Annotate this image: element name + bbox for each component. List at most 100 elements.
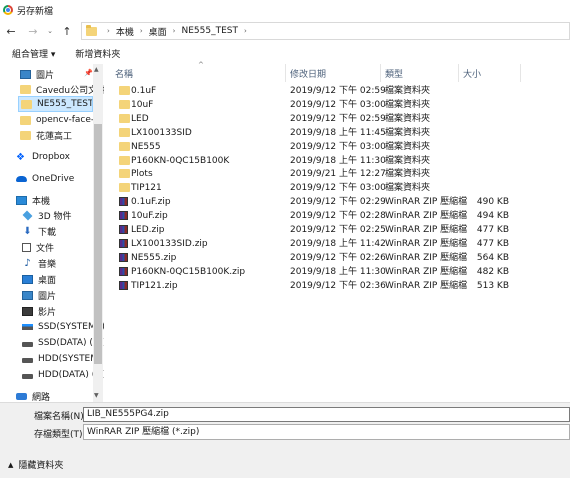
file-row[interactable]: P160KN-0QC15B100K.zip 2019/9/18 上午 11:30 W… bbox=[111, 265, 551, 279]
filename-input[interactable]: LIB_NE555PG4.zip bbox=[83, 407, 570, 422]
file-row[interactable]: 10uF 2019/9/12 下午 03:00 檔案資料夾 bbox=[111, 98, 551, 112]
sidebar-item-ssd-data[interactable]: SSD(DATA) (D:) bbox=[22, 335, 104, 351]
file-size: 513 KB bbox=[476, 280, 509, 291]
sidebar-item-hdd-data[interactable]: HDD(DATA) (F:) bbox=[22, 367, 104, 383]
column-header-name[interactable]: 名稱 bbox=[111, 64, 286, 82]
sidebar-item-label: Dropbox bbox=[32, 152, 70, 162]
sidebar-item-cavedu[interactable]: Cavedu公司文件 bbox=[20, 81, 104, 97]
up-arrow-icon[interactable]: ↑ bbox=[59, 23, 75, 39]
sidebar-item-label: 圖片 bbox=[36, 70, 55, 81]
recent-locations-chevron-icon[interactable]: ⌄ bbox=[45, 23, 55, 39]
sidebar-item-label: 影片 bbox=[38, 307, 57, 318]
sidebar-item-pictures[interactable]: 圖片 bbox=[22, 287, 104, 303]
sidebar-item-3d-objects[interactable]: 3D 物件 bbox=[22, 207, 104, 223]
file-date: 2019/9/12 下午 02:25 bbox=[290, 225, 386, 235]
new-folder-button[interactable]: 新增資料夾 bbox=[75, 47, 120, 60]
file-name: 10uF bbox=[131, 99, 154, 110]
zip-archive-icon bbox=[119, 252, 128, 262]
scroll-up-arrow-icon[interactable]: ▲ bbox=[94, 66, 99, 73]
file-type: WinRAR ZIP 壓縮檔 bbox=[385, 266, 468, 277]
file-row[interactable]: Plots 2019/9/21 上午 12:27 檔案資料夾 bbox=[111, 167, 551, 181]
window-title: 另存新檔 bbox=[17, 6, 54, 17]
sidebar-item-onedrive[interactable]: OneDrive bbox=[16, 171, 104, 187]
file-list-scrollbar[interactable] bbox=[559, 64, 570, 402]
folder-icon bbox=[119, 99, 130, 109]
organize-button[interactable]: 組合管理 ▾ bbox=[12, 47, 55, 60]
sidebar-item-pictures-quick[interactable]: 圖片 bbox=[20, 66, 92, 82]
file-row[interactable]: TIP121 2019/9/12 下午 03:00 檔案資料夾 bbox=[111, 181, 551, 195]
drive-icon bbox=[22, 358, 33, 363]
sidebar-item-ne555-test[interactable]: NE555_TEST bbox=[18, 96, 93, 112]
sidebar-item-label: HDD(SYSTEM) bbox=[38, 354, 102, 364]
sidebar-item-label: 花蓮高工 bbox=[36, 131, 73, 142]
forward-arrow-icon[interactable]: → bbox=[25, 23, 41, 39]
file-size: 564 KB bbox=[476, 252, 509, 263]
file-type: WinRAR ZIP 壓縮檔 bbox=[385, 252, 468, 263]
scrollbar-thumb[interactable] bbox=[94, 124, 102, 364]
file-row[interactable]: LX100133SID.zip 2019/9/18 上午 11:42 WinRAR … bbox=[111, 237, 551, 251]
file-row[interactable]: P160KN-0QC15B100K 2019/9/18 上午 11:30 檔案資料夾 bbox=[111, 154, 551, 168]
file-row[interactable]: 0.1uF.zip 2019/9/12 下午 02:29 WinRAR ZIP 壓縮… bbox=[111, 195, 551, 209]
video-icon bbox=[22, 306, 33, 316]
column-header-date[interactable]: 修改日期 bbox=[286, 64, 381, 82]
file-row[interactable]: LX100133SID 2019/9/18 上午 11:45 檔案資料夾 bbox=[111, 126, 551, 140]
sidebar-item-opencv[interactable]: opencv-face-lo bbox=[20, 112, 104, 128]
sidebar-item-videos[interactable]: 影片 bbox=[22, 303, 104, 319]
folder-icon bbox=[119, 113, 130, 123]
file-date: 2019/9/12 下午 02:59 bbox=[290, 113, 386, 124]
pin-icon[interactable]: 📌 bbox=[84, 69, 93, 77]
file-type: WinRAR ZIP 壓縮檔 bbox=[385, 197, 468, 208]
address-bar[interactable]: › 本機 › 桌面 › NE555_TEST › bbox=[81, 22, 570, 40]
column-header-type[interactable]: 類型 bbox=[381, 64, 459, 82]
file-date: 2019/9/12 下午 03:00 bbox=[290, 99, 386, 110]
column-header-size[interactable]: 大小 bbox=[459, 64, 521, 82]
chevron-right-icon: › bbox=[172, 27, 176, 35]
save-form: 檔案名稱(N): LIB_NE555PG4.zip 存檔類型(T): WinRA… bbox=[0, 402, 570, 478]
sidebar-item-network[interactable]: 網路 bbox=[16, 388, 104, 402]
sidebar-item-ssd-system[interactable]: SSD(SYSTEM) ( bbox=[22, 319, 104, 335]
music-icon: ♪ bbox=[24, 257, 31, 269]
file-row[interactable]: NE555.zip 2019/9/12 下午 02:26 WinRAR ZIP 壓縮… bbox=[111, 251, 551, 265]
sidebar-item-music[interactable]: ♪ 音樂 bbox=[22, 255, 104, 271]
sidebar-item-this-pc[interactable]: 本機 bbox=[16, 192, 104, 208]
file-row[interactable]: LED 2019/9/12 下午 02:59 檔案資料夾 bbox=[111, 112, 551, 126]
sidebar-item-dropbox[interactable]: ❖ Dropbox bbox=[16, 149, 104, 165]
file-name: TIP121.zip bbox=[131, 280, 178, 291]
sidebar-item-hdd-system[interactable]: HDD(SYSTEM) bbox=[22, 351, 104, 367]
file-type: 檔案資料夾 bbox=[385, 183, 431, 194]
zip-archive-icon bbox=[119, 280, 128, 290]
filetype-select[interactable]: WinRAR ZIP 壓縮檔 (*.zip) bbox=[83, 424, 570, 440]
hide-folders-button[interactable]: ▲ 隱藏資料夾 bbox=[8, 458, 63, 472]
sidebar-item-downloads[interactable]: ⬇ 下載 bbox=[22, 223, 104, 239]
file-date: 2019/9/12 下午 02:36 bbox=[290, 280, 386, 291]
file-row[interactable]: NE555 2019/9/12 下午 03:00 檔案資料夾 bbox=[111, 140, 551, 154]
network-icon bbox=[16, 392, 27, 400]
breadcrumb-this-pc[interactable]: 本機 bbox=[116, 25, 134, 38]
breadcrumb-ne555-test[interactable]: NE555_TEST bbox=[181, 26, 238, 36]
filetype-label: 存檔類型(T): bbox=[34, 430, 86, 440]
sidebar-item-desktop[interactable]: 桌面 bbox=[22, 271, 104, 287]
sidebar-item-hualien[interactable]: 花蓮高工 bbox=[20, 127, 104, 143]
chevron-right-icon: › bbox=[243, 27, 247, 35]
file-row[interactable]: 0.1uF 2019/9/12 下午 02:59 檔案資料夾 bbox=[111, 84, 551, 98]
title-bar: 另存新檔 bbox=[0, 0, 570, 20]
sidebar-item-label: 本機 bbox=[32, 196, 51, 207]
folder-icon bbox=[119, 155, 130, 165]
sidebar-item-label: 下載 bbox=[38, 227, 57, 238]
folder-icon bbox=[119, 169, 130, 179]
sidebar-item-label: 文件 bbox=[36, 243, 55, 254]
file-row[interactable]: LED.zip 2019/9/12 下午 02:25 WinRAR ZIP 壓縮檔 4… bbox=[111, 223, 551, 237]
file-date: 2019/9/12 下午 03:00 bbox=[290, 183, 386, 194]
sidebar-item-documents[interactable]: 文件 bbox=[22, 239, 104, 255]
file-row[interactable]: TIP121.zip 2019/9/12 下午 02:36 WinRAR ZIP 壓… bbox=[111, 279, 551, 293]
file-name: LED bbox=[131, 113, 149, 124]
navigation-pane-scrollbar[interactable]: ▲ ▼ bbox=[93, 64, 103, 402]
file-name: LED.zip bbox=[131, 225, 165, 235]
back-arrow-icon[interactable]: ← bbox=[3, 23, 19, 39]
file-name: LX100133SID.zip bbox=[131, 238, 208, 249]
file-row[interactable]: 10uF.zip 2019/9/12 下午 02:28 WinRAR ZIP 壓縮檔… bbox=[111, 209, 551, 223]
file-type: WinRAR ZIP 壓縮檔 bbox=[385, 211, 468, 222]
scroll-down-arrow-icon[interactable]: ▼ bbox=[94, 392, 99, 399]
breadcrumb-desktop[interactable]: 桌面 bbox=[149, 25, 167, 38]
file-type: WinRAR ZIP 壓縮檔 bbox=[385, 238, 468, 249]
